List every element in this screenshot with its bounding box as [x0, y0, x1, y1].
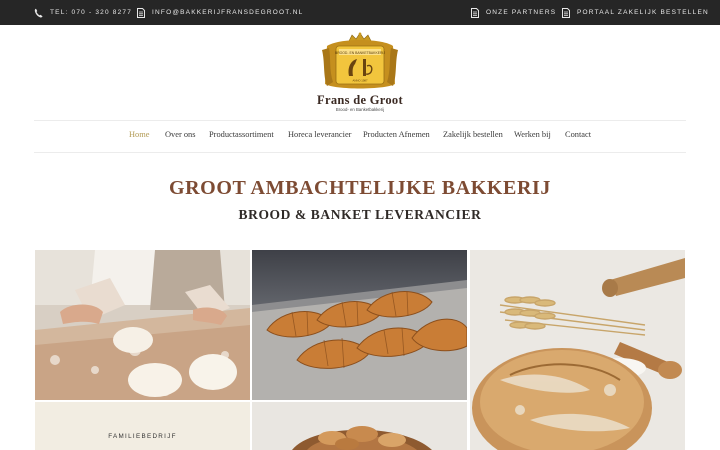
- nav-item-werken-bij[interactable]: Werken bij: [514, 130, 551, 139]
- brand-tagline: Brood- en Banketbakkerij: [335, 107, 385, 112]
- kneading-dough-image: [35, 250, 250, 400]
- gallery-image-bread[interactable]: [470, 250, 685, 450]
- bread-loaf-image: [470, 250, 685, 450]
- nav-item-contact[interactable]: Contact: [565, 130, 591, 139]
- top-bar: TEL: 070 - 320 8277 INFO@BAKKERIJFRANSDE…: [0, 0, 720, 25]
- main-nav: Home Over ons Productassortiment Horeca …: [0, 130, 720, 144]
- phone-icon: [34, 8, 43, 18]
- gallery-image-croissants[interactable]: [252, 250, 467, 400]
- nav-item-home[interactable]: Home: [129, 130, 149, 139]
- hero-subtitle: BROOD & BANKET LEVERANCIER: [238, 207, 482, 222]
- nav-item-horeca-leverancier[interactable]: Horeca leverancier: [288, 130, 351, 139]
- document-icon: [471, 7, 479, 18]
- partners-link[interactable]: ONZE PARTNERS: [471, 0, 556, 25]
- croissants-image: [252, 250, 467, 400]
- document-icon: [562, 7, 570, 18]
- phone-link[interactable]: TEL: 070 - 320 8277: [34, 0, 132, 25]
- pastries-image: [252, 402, 467, 450]
- nav-item-over-ons[interactable]: Over ons: [165, 130, 195, 139]
- gallery-image-kneading[interactable]: [35, 250, 250, 400]
- partners-label: ONZE PARTNERS: [486, 9, 557, 16]
- nav-item-producten-afnemen[interactable]: Producten Afnemen: [363, 130, 430, 139]
- hero-title: GROOT AMBACHTELIJKE BAKKERIJ: [168, 177, 552, 199]
- gallery-caption: FAMILIEBEDRIJF: [108, 433, 177, 440]
- phone-number: TEL: 070 - 320 8277: [50, 9, 133, 16]
- email-link[interactable]: INFO@BAKKERIJFRANSDEGROOT.NL: [137, 0, 303, 25]
- gallery-caption-tile[interactable]: FAMILIEBEDRIJF: [35, 402, 250, 450]
- portal-label: PORTAAL ZAKELIJK BESTELLEN: [577, 9, 709, 16]
- svg-text:ANNO 1987: ANNO 1987: [352, 79, 368, 83]
- email-address: INFO@BAKKERIJFRANSDEGROOT.NL: [152, 9, 304, 16]
- gallery-image-pastries[interactable]: [252, 402, 467, 450]
- brand-name: Frans de Groot: [317, 93, 403, 107]
- portal-link[interactable]: PORTAAL ZAKELIJK BESTELLEN: [562, 0, 709, 25]
- divider: [34, 152, 686, 153]
- crest-icon: BROOD- EN BANKETBAKKERIJ ANNO 1987: [322, 32, 398, 89]
- divider: [34, 120, 686, 121]
- nav-item-productassortiment[interactable]: Productassortiment: [209, 130, 274, 139]
- nav-item-zakelijk-bestellen[interactable]: Zakelijk bestellen: [443, 130, 503, 139]
- svg-text:BROOD- EN BANKETBAKKERIJ: BROOD- EN BANKETBAKKERIJ: [335, 51, 385, 55]
- document-icon: [137, 7, 145, 18]
